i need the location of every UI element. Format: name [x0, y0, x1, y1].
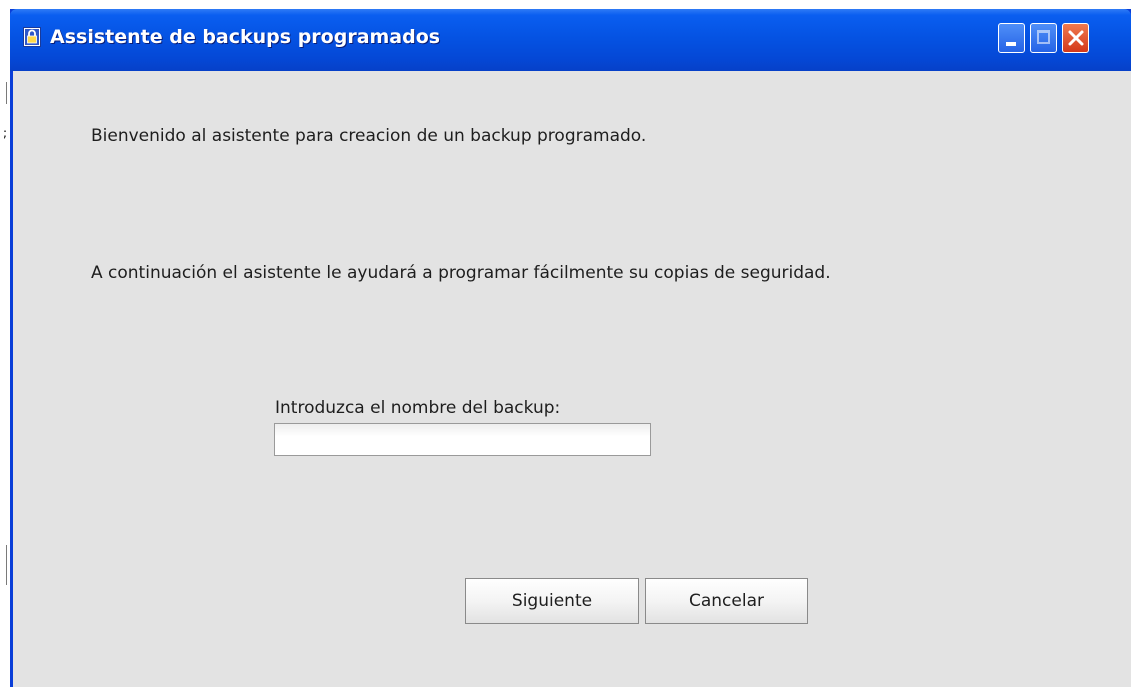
close-button[interactable]	[1062, 23, 1089, 53]
intro-text: A continuación el asistente le ayudará a…	[91, 263, 831, 283]
close-icon	[1068, 30, 1084, 46]
background-divider	[6, 82, 7, 104]
title-bar[interactable]: Assistente de backups programados	[10, 9, 1131, 71]
background-text-fragment: ;	[3, 126, 8, 140]
maximize-button[interactable]	[1030, 23, 1057, 53]
background-divider	[6, 545, 7, 585]
backup-name-label: Introduzca el nombre del backup:	[275, 398, 561, 418]
backup-name-input[interactable]	[274, 423, 651, 456]
cancel-button[interactable]: Cancelar	[645, 578, 808, 624]
minimize-icon	[1006, 42, 1016, 46]
maximize-icon	[1037, 30, 1050, 44]
wizard-content: Bienvenido al asistente para creacion de…	[13, 71, 1131, 687]
background-edge: ;	[0, 0, 10, 687]
minimize-button[interactable]	[998, 23, 1025, 53]
window-title: Assistente de backups programados	[50, 26, 441, 48]
wizard-window: Assistente de backups programados Bienve…	[10, 9, 1131, 687]
next-button[interactable]: Siguiente	[465, 578, 639, 624]
welcome-text: Bienvenido al asistente para creacion de…	[91, 126, 647, 146]
lock-icon	[23, 27, 41, 47]
